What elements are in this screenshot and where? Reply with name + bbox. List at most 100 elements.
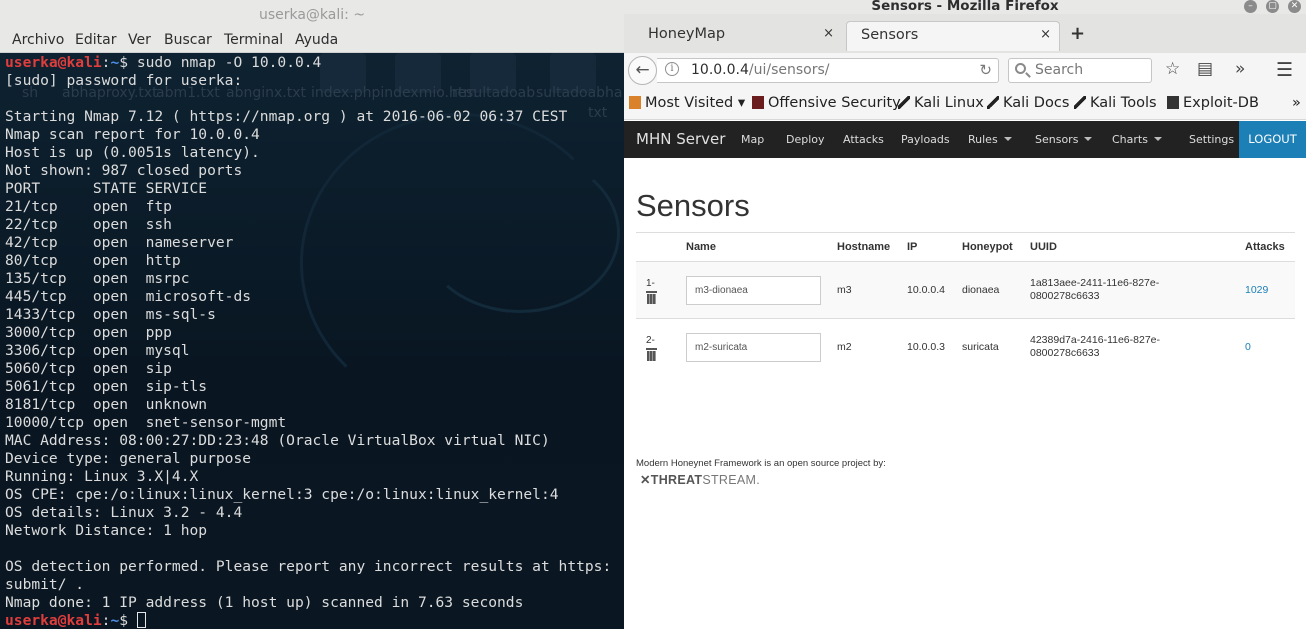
minimize-icon[interactable]: – xyxy=(1244,0,1257,13)
tab-honeymap[interactable]: HoneyMap × xyxy=(626,21,842,51)
terminal-output-line: 21/tcp open ftp xyxy=(5,198,172,215)
terminal-body[interactable]: sh abhaproxy.txt abm1.txt abnginx.txt in… xyxy=(0,53,624,629)
prompt-path: ~ xyxy=(110,54,120,71)
terminal-output-line: 10000/tcp open snet-sensor-mgmt xyxy=(5,414,287,431)
bookmark-exploit-db[interactable]: Exploit-DB xyxy=(1167,95,1259,111)
prompt-symbol: $ xyxy=(119,54,137,71)
bookmark-star-icon[interactable]: ☆ xyxy=(1165,59,1180,79)
tab-bar: HoneyMap × Sensors × + xyxy=(624,14,1306,53)
terminal-output-line: 445/tcp open microsoft-ds xyxy=(5,288,252,305)
firefox-window: Sensors - Mozilla Firefox – ▢ ✕ HoneyMap… xyxy=(624,0,1306,629)
new-tab-button[interactable]: + xyxy=(1070,21,1086,51)
reload-icon[interactable]: ↻ xyxy=(979,61,992,79)
close-window-icon[interactable]: ✕ xyxy=(1288,0,1301,13)
menu-buscar[interactable]: Buscar xyxy=(164,32,212,48)
sensor-name-input[interactable] xyxy=(686,332,821,362)
back-button[interactable]: ← xyxy=(628,56,657,85)
sensor-name-input[interactable] xyxy=(686,275,821,305)
uuid-cell: 42389d7a-2416-11e6-827e- 0800278c6633 xyxy=(1030,318,1245,376)
nav-rules-label: Rules xyxy=(968,133,998,146)
row-index-cell: 1- xyxy=(636,261,686,319)
honeypot-cell: suricata xyxy=(962,318,1030,376)
menu-ver[interactable]: Ver xyxy=(128,32,151,48)
kali-icon xyxy=(898,96,910,109)
column-header-attacks: Attacks xyxy=(1245,232,1295,262)
nav-sensors[interactable]: Sensors xyxy=(1035,133,1093,146)
nav-payloads[interactable]: Payloads xyxy=(901,133,950,146)
terminal-output-line: OS details: Linux 3.2 - 4.4 xyxy=(5,504,243,521)
terminal-output-line: Host is up (0.0051s latency). xyxy=(5,144,260,161)
site-info-icon[interactable]: i xyxy=(665,62,679,76)
trash-icon[interactable] xyxy=(646,347,657,361)
nav-settings[interactable]: Settings xyxy=(1189,133,1234,146)
caret-down-icon xyxy=(1003,137,1012,141)
terminal-cursor[interactable] xyxy=(136,612,146,628)
terminal-output-line: 3000/tcp open ppp xyxy=(5,324,172,341)
overflow-chevron-icon[interactable]: » xyxy=(1235,59,1245,79)
url-bar[interactable]: i 10.0.0.4/ui/sensors/ ↻ xyxy=(657,58,999,83)
column-header-uuid: UUID xyxy=(1030,232,1245,262)
menu-archivo[interactable]: Archivo xyxy=(12,32,64,48)
bookmark-label: Exploit-DB xyxy=(1183,95,1259,111)
nav-charts[interactable]: Charts xyxy=(1112,133,1162,146)
bookmark-most-visited[interactable]: Most Visited ▾ xyxy=(629,95,745,111)
column-header-honeypot: Honeypot xyxy=(962,232,1030,262)
terminal-output-line: 5060/tcp open sip xyxy=(5,360,172,377)
maximize-icon[interactable]: ▢ xyxy=(1266,0,1279,13)
menu-editar[interactable]: Editar xyxy=(75,32,116,48)
bookmark-label: Kali Linux xyxy=(914,95,984,111)
reading-list-icon[interactable]: ▤ xyxy=(1197,59,1213,79)
prompt-symbol: $ xyxy=(119,612,137,629)
column-header-ip: IP xyxy=(907,232,962,262)
nav-attacks[interactable]: Attacks xyxy=(843,133,884,146)
menu-terminal[interactable]: Terminal xyxy=(224,32,283,48)
nav-rules[interactable]: Rules xyxy=(968,133,1012,146)
attacks-link[interactable]: 0 xyxy=(1245,341,1251,353)
bookmarks-bar: Most Visited ▾ Offensive Security Kali L… xyxy=(624,88,1306,120)
tab-sensors[interactable]: Sensors × xyxy=(846,21,1060,51)
attacks-cell: 1029 xyxy=(1245,261,1295,319)
column-header-hostname: Hostname xyxy=(837,232,907,262)
bookmark-label: Offensive Security xyxy=(768,95,901,111)
logo-rest: STREAM. xyxy=(702,473,761,487)
terminal-prompt-line: userka@kali:~$ xyxy=(5,612,611,629)
terminal-window: userka@kali: ~ Archivo Editar Ver Buscar… xyxy=(0,0,624,629)
terminal-output-line: PORT STATE SERVICE xyxy=(5,180,208,197)
trash-icon[interactable] xyxy=(646,290,657,304)
logo-bold: THREAT xyxy=(650,473,703,487)
uuid-line: 42389d7a-2416-11e6-827e- xyxy=(1030,334,1160,347)
hamburger-menu-icon[interactable]: ☰ xyxy=(1276,59,1293,81)
tab-close-icon[interactable]: × xyxy=(1040,22,1051,48)
nav-map[interactable]: Map xyxy=(741,133,764,146)
logout-button[interactable]: LOGOUT xyxy=(1239,121,1306,158)
menu-ayuda[interactable]: Ayuda xyxy=(295,32,338,48)
terminal-output-line: Nmap scan report for 10.0.0.4 xyxy=(5,126,260,143)
bookmark-offensive-security[interactable]: Offensive Security xyxy=(752,95,901,111)
row-number: 1- xyxy=(646,277,655,289)
bookmarks-overflow-icon[interactable]: » xyxy=(1292,95,1301,111)
threatstream-logo[interactable]: ✕THREATSTREAM. xyxy=(640,472,760,487)
bookmark-kali-linux[interactable]: Kali Linux xyxy=(898,95,984,111)
terminal-prompt-line: userka@kali:~$ sudo nmap -O 10.0.0.4 xyxy=(5,54,611,72)
row-number: 2- xyxy=(646,334,655,346)
url-text[interactable]: 10.0.0.4/ui/sensors/ xyxy=(691,62,830,78)
uuid-line: 1a813aee-2411-11e6-827e- xyxy=(1030,277,1160,289)
search-bar[interactable]: Search xyxy=(1008,58,1152,83)
bookmark-label: Kali Docs xyxy=(1003,95,1070,111)
attacks-link[interactable]: 1029 xyxy=(1245,284,1268,296)
terminal-output-line: Running: Linux 3.X|4.X xyxy=(5,468,199,485)
tab-close-icon[interactable]: × xyxy=(823,21,834,47)
folder-icon xyxy=(629,96,641,109)
terminal-title: userka@kali: ~ xyxy=(0,0,624,30)
tab-label: Sensors xyxy=(861,27,919,43)
url-path: /ui/sensors/ xyxy=(748,62,830,78)
tab-label: HoneyMap xyxy=(648,26,726,42)
bookmark-kali-docs[interactable]: Kali Docs xyxy=(987,95,1069,111)
nav-deploy[interactable]: Deploy xyxy=(786,133,825,146)
bookmark-kali-tools[interactable]: Kali Tools xyxy=(1074,95,1157,111)
terminal-output-line: 5061/tcp open sip-tls xyxy=(5,378,208,395)
terminal-menubar: Archivo Editar Ver Buscar Terminal Ayuda xyxy=(0,30,624,53)
mhn-brand[interactable]: MHN Server xyxy=(636,130,725,148)
name-cell xyxy=(686,261,837,319)
